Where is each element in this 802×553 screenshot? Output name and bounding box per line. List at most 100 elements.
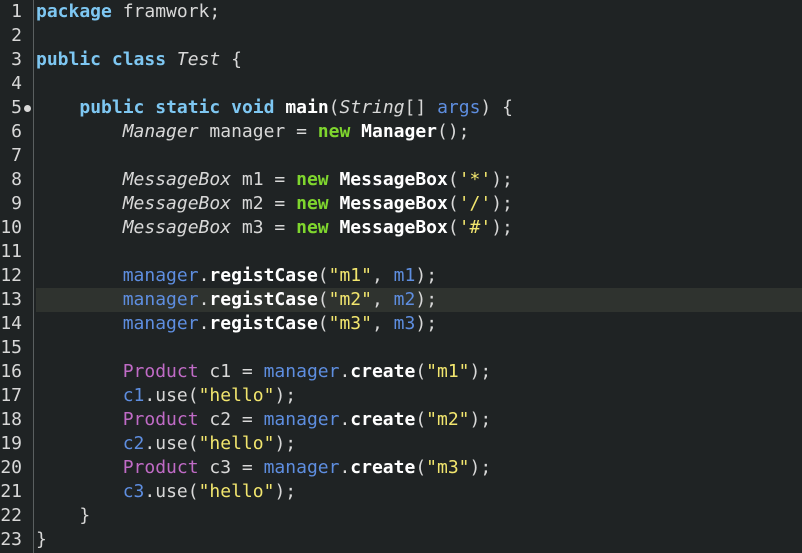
line-number: 23: [0, 529, 22, 550]
line-number: 12: [0, 265, 22, 286]
line-number: 3: [11, 49, 22, 70]
code-text[interactable]: public class Test {: [36, 48, 242, 72]
code-token: c2: [122, 433, 145, 454]
code-token: MessageBox: [339, 169, 448, 190]
code-token: manager: [122, 313, 199, 334]
code-token: "m3": [328, 313, 372, 334]
code-token: (: [447, 193, 459, 214]
line-number: 17: [0, 385, 22, 406]
code-line[interactable]: 17 c1.use("hello");: [0, 384, 802, 408]
code-text[interactable]: Product c1 = manager.create("m1");: [36, 360, 492, 384]
code-text[interactable]: }: [36, 504, 90, 528]
code-text[interactable]: Product c3 = manager.create("m3");: [36, 456, 492, 480]
code-line[interactable]: 4: [0, 72, 802, 96]
code-token: Product: [122, 409, 199, 430]
code-line[interactable]: 11: [0, 240, 802, 264]
code-line[interactable]: 5 public static void main(String[] args)…: [0, 96, 802, 120]
code-text[interactable]: Product c2 = manager.create("m2");: [36, 408, 492, 432]
code-text[interactable]: manager.registCase("m2", m2);: [36, 288, 437, 312]
code-token: .: [339, 457, 351, 478]
code-line[interactable]: 14 manager.registCase("m3", m3);: [0, 312, 802, 336]
code-text[interactable]: public static void main(String[] args) {: [36, 96, 513, 120]
code-token: (: [447, 217, 459, 238]
line-number: 14: [0, 313, 22, 334]
code-token: (: [415, 361, 427, 382]
code-token: );: [274, 481, 297, 502]
code-token: "m3": [426, 457, 470, 478]
code-token: MessageBox: [122, 217, 232, 238]
code-token: "m1": [328, 265, 372, 286]
code-line[interactable]: 6 Manager manager = new Manager();: [0, 120, 802, 144]
code-line[interactable]: 16 Product c1 = manager.create("m1");: [0, 360, 802, 384]
line-number: 6: [11, 121, 22, 142]
code-line[interactable]: 3 public class Test {: [0, 48, 802, 72]
code-line[interactable]: 2: [0, 24, 802, 48]
line-number: 22: [0, 505, 22, 526]
code-token: create: [350, 409, 416, 430]
code-line[interactable]: 22 }: [0, 504, 802, 528]
code-line[interactable]: 13 manager.registCase("m2", m2);: [0, 288, 802, 312]
line-number: 18: [0, 409, 22, 430]
code-token: MessageBox: [339, 193, 448, 214]
code-line[interactable]: 18 Product c2 = manager.create("m2");: [0, 408, 802, 432]
code-text[interactable]: MessageBox m3 = new MessageBox('#');: [36, 216, 513, 240]
code-token: '#': [458, 217, 492, 238]
code-token: m2 =: [231, 193, 297, 214]
code-token: class: [111, 49, 167, 70]
code-line[interactable]: 9 MessageBox m2 = new MessageBox('/');: [0, 192, 802, 216]
code-line[interactable]: 12 manager.registCase("m1", m1);: [0, 264, 802, 288]
line-number: 13: [0, 289, 22, 310]
code-text[interactable]: manager.registCase("m3", m3);: [36, 312, 437, 336]
code-line[interactable]: 8 MessageBox m1 = new MessageBox('*');: [0, 168, 802, 192]
code-editor[interactable]: 1 package framwork; 2 3 public class Test {4…: [0, 0, 802, 553]
code-line[interactable]: 10 MessageBox m3 = new MessageBox('#');: [0, 216, 802, 240]
code-text[interactable]: manager.registCase("m1", m1);: [36, 264, 437, 288]
code-line[interactable]: 15: [0, 336, 802, 360]
code-line[interactable]: 7: [0, 144, 802, 168]
code-token: );: [415, 265, 438, 286]
line-number: 20: [0, 457, 22, 478]
code-token: (: [415, 409, 427, 430]
code-line[interactable]: 23}: [0, 528, 802, 552]
code-line[interactable]: 21 c3.use("hello");: [0, 480, 802, 504]
code-token: Product: [122, 457, 199, 478]
code-token: manager: [122, 289, 199, 310]
code-text[interactable]: }: [36, 528, 47, 552]
code-text[interactable]: Manager manager = new Manager();: [36, 120, 470, 144]
code-token: c2 =: [198, 409, 264, 430]
code-token: m1: [393, 265, 416, 286]
code-text[interactable]: MessageBox m1 = new MessageBox('*');: [36, 168, 513, 192]
line-number: 1: [11, 1, 22, 22]
code-text[interactable]: MessageBox m2 = new MessageBox('/');: [36, 192, 513, 216]
code-token: );: [274, 433, 297, 454]
code-token: Manager: [361, 121, 437, 142]
code-token: (: [328, 97, 340, 118]
code-text[interactable]: c2.use("hello");: [36, 432, 296, 456]
code-line[interactable]: 19 c2.use("hello");: [0, 432, 802, 456]
code-line[interactable]: 20 Product c3 = manager.create("m3");: [0, 456, 802, 480]
line-number: 15: [0, 337, 22, 358]
code-token: new: [317, 121, 351, 142]
override-marker-icon[interactable]: [24, 105, 31, 112]
code-text[interactable]: c1.use("hello");: [36, 384, 296, 408]
code-text[interactable]: c3.use("hello");: [36, 480, 296, 504]
code-token: m3 =: [231, 217, 297, 238]
code-token: public: [79, 97, 145, 118]
code-line[interactable]: 1 package framwork;: [0, 0, 802, 24]
code-area[interactable]: 1 package framwork; 2 3 public class Test {4…: [0, 0, 802, 552]
line-number: 21: [0, 481, 22, 502]
code-token: );: [491, 169, 513, 190]
code-text[interactable]: package framwork;: [36, 0, 220, 24]
line-number: 9: [11, 193, 22, 214]
code-token: .use(: [144, 385, 199, 406]
code-token: );: [491, 193, 513, 214]
code-token: .use(: [144, 481, 199, 502]
